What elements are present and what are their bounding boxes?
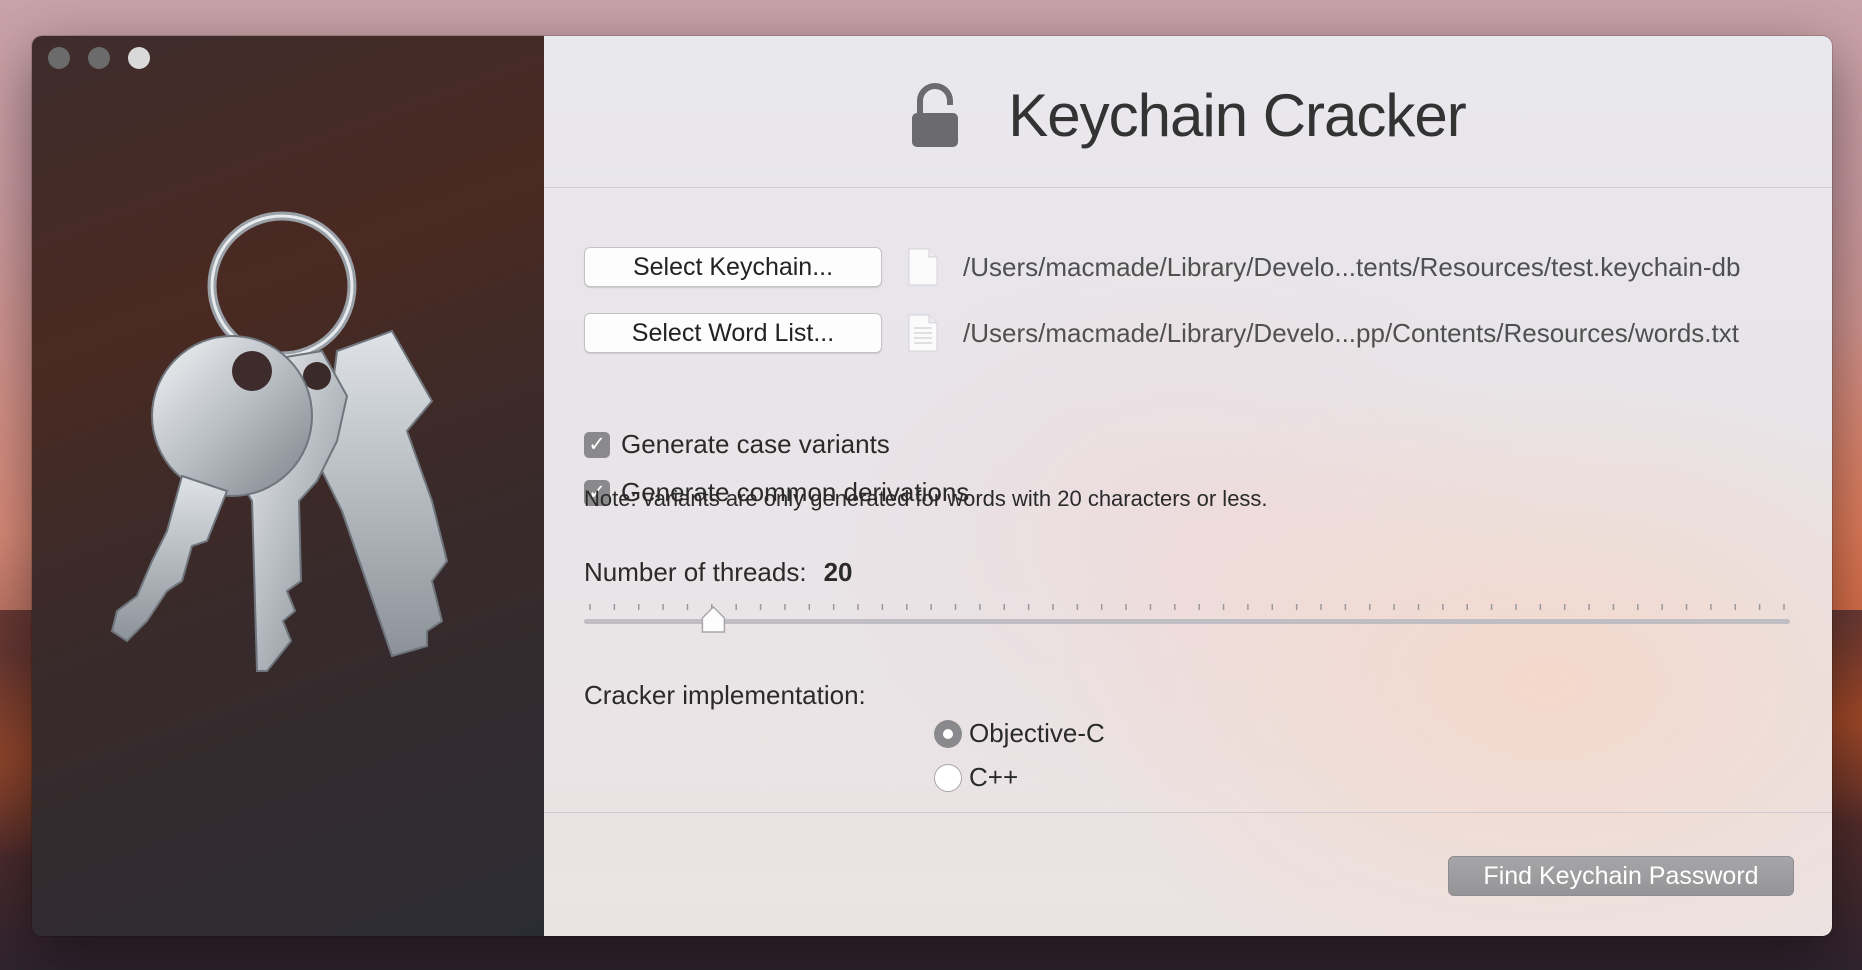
keychain-row: Select Keychain... /Users/macmade/Librar… bbox=[584, 247, 1740, 287]
header: Keychain Cracker bbox=[544, 36, 1832, 188]
select-word-list-button[interactable]: Select Word List... bbox=[584, 313, 882, 353]
slider-knob[interactable] bbox=[701, 605, 726, 633]
threads-value: 20 bbox=[823, 557, 853, 587]
document-icon bbox=[908, 314, 938, 352]
case-variants-option[interactable]: ✓ Generate case variants bbox=[584, 429, 890, 460]
threads-slider[interactable] bbox=[584, 596, 1790, 640]
case-variants-label: Generate case variants bbox=[621, 429, 890, 459]
window-controls bbox=[48, 47, 150, 69]
slider-ticks bbox=[589, 604, 1785, 610]
unlocked-padlock-icon bbox=[912, 82, 959, 147]
minimize-window-button[interactable] bbox=[88, 47, 110, 69]
footer-divider bbox=[544, 812, 1832, 813]
find-keychain-password-button[interactable]: Find Keychain Password bbox=[1448, 856, 1794, 896]
app-window: Keychain Cracker Select Keychain... /Use… bbox=[32, 36, 1832, 936]
close-window-button[interactable] bbox=[48, 47, 70, 69]
threads-label: Number of threads: bbox=[584, 557, 807, 587]
variants-note: Note: variants are only generated for wo… bbox=[584, 486, 1268, 511]
cpp-label: C++ bbox=[969, 762, 1019, 792]
wordlist-row: Select Word List... /Users/macmade/Libra… bbox=[584, 313, 1739, 353]
keychain-path: /Users/macmade/Library/Develo...tents/Re… bbox=[963, 251, 1741, 282]
sidebar-artwork bbox=[32, 36, 544, 936]
threads-row: Number of threads: 20 bbox=[584, 557, 852, 588]
select-keychain-button[interactable]: Select Keychain... bbox=[584, 247, 882, 287]
keychain-keys-icon bbox=[110, 211, 449, 672]
radio-cpp[interactable]: C++ bbox=[934, 762, 1018, 793]
document-icon bbox=[908, 248, 938, 286]
objective-c-radio[interactable] bbox=[934, 719, 962, 748]
zoom-window-button[interactable] bbox=[128, 47, 150, 69]
main-panel: Keychain Cracker Select Keychain... /Use… bbox=[544, 36, 1832, 936]
word-list-path: /Users/macmade/Library/Develo...pp/Conte… bbox=[963, 317, 1739, 348]
page-title: Keychain Cracker bbox=[1008, 82, 1467, 149]
radio-objective-c[interactable]: Objective-C bbox=[934, 718, 1105, 749]
case-variants-checkbox[interactable]: ✓ bbox=[584, 431, 610, 458]
slider-track bbox=[584, 619, 1790, 624]
implementation-label: Cracker implementation: bbox=[584, 680, 866, 710]
objective-c-label: Objective-C bbox=[969, 718, 1105, 748]
cpp-radio[interactable] bbox=[934, 763, 962, 792]
